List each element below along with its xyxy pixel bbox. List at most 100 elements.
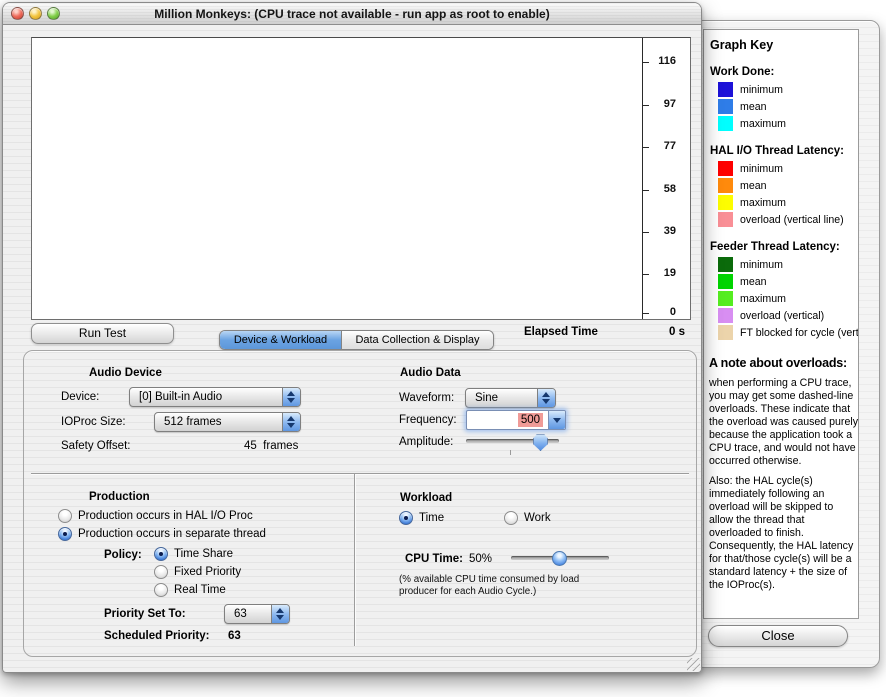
- legend-item: overload (vertical line): [718, 212, 856, 227]
- legend-item: minimum: [718, 257, 856, 272]
- legend-swatch: [718, 325, 733, 340]
- elapsed-time-value: 0 s: [669, 326, 685, 338]
- waveform-label: Waveform:: [399, 392, 454, 404]
- graph-y-axis: [642, 38, 643, 319]
- legend-item: minimum: [718, 82, 856, 97]
- legend-item: maximum: [718, 116, 856, 131]
- run-test-button[interactable]: Run Test: [31, 323, 174, 344]
- overload-note-paragraph-2: Also: the HAL cycle(s) immediately follo…: [709, 475, 859, 592]
- legend-label: mean: [740, 101, 767, 113]
- popup-stepper-icon: [537, 389, 555, 407]
- dropdown-arrow-icon[interactable]: [548, 411, 565, 429]
- legend-group-title-feeder-latency: Feeder Thread Latency:: [710, 241, 856, 253]
- legend-item: mean: [718, 99, 856, 114]
- production-hal-ioproc-option[interactable]: Production occurs in HAL I/O Proc: [58, 509, 253, 523]
- popup-stepper-icon: [282, 388, 300, 406]
- workload-section-title: Workload: [400, 492, 452, 504]
- cpu-time-label: CPU Time:: [405, 553, 463, 565]
- overload-note-paragraph-1: when performing a CPU trace, you may get…: [709, 377, 859, 468]
- graph-plot-area: 116 97 77 58 39 19 0: [31, 37, 691, 320]
- amplitude-label: Amplitude:: [399, 436, 453, 448]
- y-axis-tick: 39: [642, 232, 682, 233]
- legend-item: mean: [718, 274, 856, 289]
- legend-swatch: [718, 257, 733, 272]
- policy-fixed-priority-option[interactable]: Fixed Priority: [154, 565, 241, 579]
- waveform-popup[interactable]: Sine: [465, 388, 556, 408]
- legend-swatch: [718, 82, 733, 97]
- zoom-window-icon[interactable]: [47, 7, 60, 20]
- legend-label: minimum: [740, 163, 783, 175]
- legend-swatch: [718, 195, 733, 210]
- overload-note-title: A note about overloads:: [709, 356, 856, 370]
- scheduled-priority-value: 63: [228, 630, 241, 642]
- amplitude-slider-tick: [510, 450, 511, 455]
- radio-icon[interactable]: [154, 565, 168, 579]
- frequency-input[interactable]: 500: [466, 410, 566, 430]
- priority-popup[interactable]: 63: [224, 604, 290, 624]
- cpu-time-value: 50%: [469, 553, 492, 565]
- legend-group-title-hal-latency: HAL I/O Thread Latency:: [710, 145, 856, 157]
- legend-item: overload (vertical): [718, 308, 856, 323]
- y-axis-tick: 77: [642, 147, 682, 148]
- legend-label: mean: [740, 180, 767, 192]
- horizontal-divider: [31, 473, 689, 474]
- tab-device-and-workload[interactable]: Device & Workload: [220, 331, 341, 349]
- device-label: Device:: [61, 391, 99, 403]
- policy-time-share-option[interactable]: Time Share: [154, 547, 233, 561]
- tab-bar: Device & Workload Data Collection & Disp…: [219, 330, 494, 350]
- tab-data-collection-and-display[interactable]: Data Collection & Display: [341, 331, 493, 349]
- safety-offset-label: Safety Offset:: [61, 440, 130, 452]
- radio-icon[interactable]: [58, 509, 72, 523]
- workload-time-option[interactable]: Time: [399, 511, 444, 525]
- legend-label: maximum: [740, 197, 786, 209]
- policy-real-time-option[interactable]: Real Time: [154, 583, 226, 597]
- cpu-time-slider-thumb[interactable]: [552, 551, 567, 566]
- cpu-time-caption: (% available CPU time consumed by load p…: [399, 574, 595, 597]
- radio-icon[interactable]: [154, 547, 168, 561]
- legend-label: minimum: [740, 259, 783, 271]
- title-bar: Million Monkeys: (CPU trace not availabl…: [3, 3, 701, 25]
- vertical-divider: [354, 474, 355, 646]
- audio-data-section-title: Audio Data: [400, 367, 461, 379]
- legend-swatch: [718, 308, 733, 323]
- y-axis-tick: 97: [642, 105, 682, 106]
- legend-label: minimum: [740, 84, 783, 96]
- radio-icon[interactable]: [399, 511, 413, 525]
- minimize-window-icon[interactable]: [29, 7, 42, 20]
- y-axis-tick: 58: [642, 190, 682, 191]
- million-monkeys-window: Million Monkeys: (CPU trace not availabl…: [2, 2, 702, 673]
- radio-icon[interactable]: [58, 527, 72, 541]
- legend-item: mean: [718, 178, 856, 193]
- legend-label: FT blocked for cycle (vertical): [740, 327, 859, 339]
- legend-swatch: [718, 291, 733, 306]
- legend-item: minimum: [718, 161, 856, 176]
- window-title: Million Monkeys: (CPU trace not availabl…: [73, 3, 631, 25]
- legend-swatch: [718, 99, 733, 114]
- popup-stepper-icon: [271, 605, 289, 623]
- close-window-icon[interactable]: [11, 7, 24, 20]
- radio-icon[interactable]: [154, 583, 168, 597]
- legend-item: FT blocked for cycle (vertical): [718, 325, 856, 340]
- y-axis-tick: 0: [642, 313, 682, 314]
- legend-label: mean: [740, 276, 767, 288]
- production-separate-thread-option[interactable]: Production occurs in separate thread: [58, 527, 266, 541]
- resize-handle[interactable]: [687, 658, 700, 671]
- radio-icon[interactable]: [504, 511, 518, 525]
- legend-label: maximum: [740, 293, 786, 305]
- safety-offset-value: 45 frames: [244, 440, 298, 452]
- frequency-value: 500: [518, 413, 543, 427]
- legend-group-title-work-done: Work Done:: [710, 66, 856, 78]
- workload-work-option[interactable]: Work: [504, 511, 551, 525]
- legend-swatch: [718, 212, 733, 227]
- close-button[interactable]: Close: [708, 625, 848, 647]
- device-popup[interactable]: [0] Built-in Audio: [129, 387, 301, 407]
- legend-item: maximum: [718, 195, 856, 210]
- popup-stepper-icon: [282, 413, 300, 431]
- legend-label: overload (vertical line): [740, 214, 844, 226]
- legend-label: maximum: [740, 118, 786, 130]
- ioproc-size-popup[interactable]: 512 frames: [154, 412, 301, 432]
- legend-swatch: [718, 274, 733, 289]
- scheduled-priority-label: Scheduled Priority:: [104, 630, 209, 642]
- production-section-title: Production: [89, 491, 150, 503]
- audio-device-section-title: Audio Device: [89, 367, 162, 379]
